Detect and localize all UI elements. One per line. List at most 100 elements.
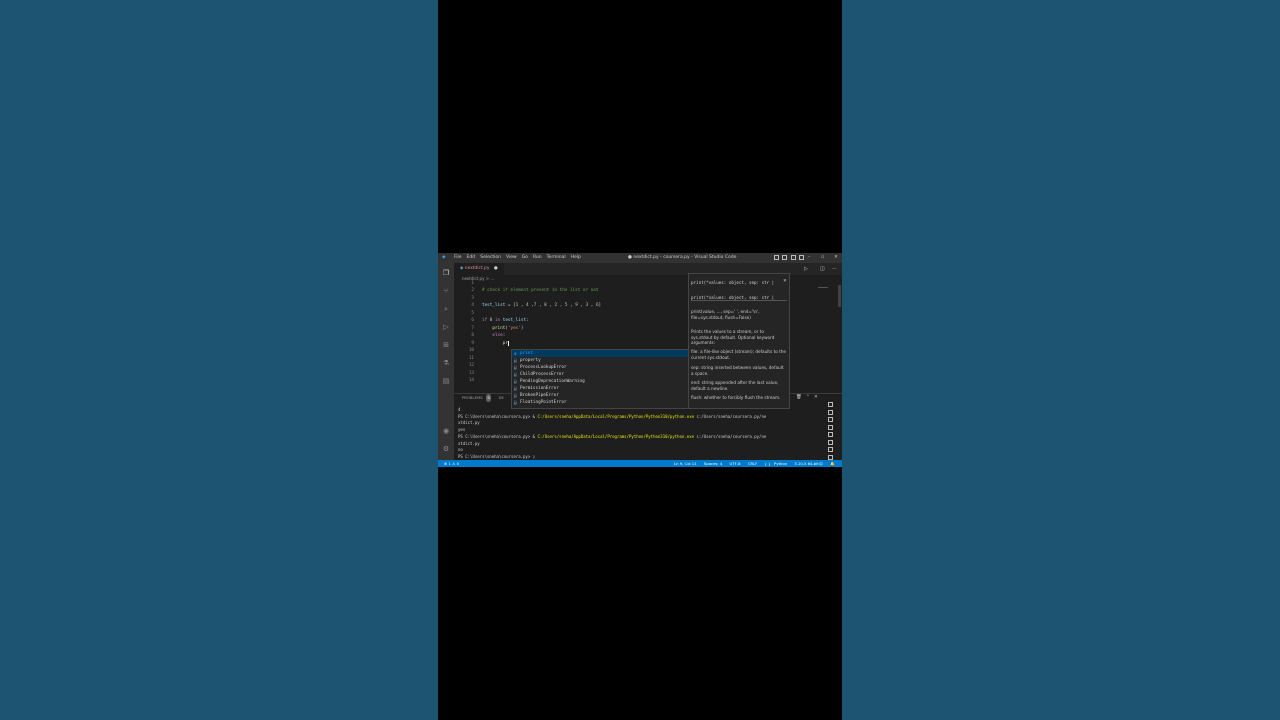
editor-scrollbar[interactable] <box>838 285 841 307</box>
notifications-icon[interactable]: 🔔 <box>830 460 835 467</box>
code-line-8: else: <box>492 333 506 338</box>
minimap[interactable] <box>808 275 842 393</box>
signature-line-1: print(*values: object, sep: str | <box>691 280 775 285</box>
close-window-icon[interactable]: ✕ <box>834 253 838 263</box>
terminal-instance-icon[interactable] <box>828 402 833 407</box>
terminal-line: xtdict.py <box>458 441 818 448</box>
feedback-icon[interactable]: ☺ <box>819 460 823 467</box>
window-title: ● nextdict.py - coursera.py - Visual Stu… <box>628 255 737 260</box>
autocomplete-widget: ⊙ print ⌸ property ⌸ ProcessLookupError ⌸ Child… <box>511 349 691 409</box>
menu-view[interactable]: View <box>506 255 517 260</box>
remote-icon[interactable]: ▤ <box>442 377 450 385</box>
terminal-pre: yes <box>458 427 466 433</box>
status-bar: ⊗ 1 ⚠ 0 Ln 9, Col 11 Spaces: 4 UTF-8 CRL… <box>438 460 842 467</box>
terminal-instance-icon[interactable] <box>828 424 833 430</box>
terminal-line: yes <box>458 427 818 434</box>
menu-help[interactable]: Help <box>571 255 581 260</box>
doc-call: print(value, ..., sep=' ', end='\n', fil… <box>691 309 760 320</box>
suggestion-item[interactable]: ⌸ FloatingPointError <box>512 399 690 406</box>
terminal-instance-icon[interactable] <box>828 439 833 445</box>
minimize-icon[interactable]: – <box>808 253 810 263</box>
vscode-logo-icon: ◆ <box>442 255 446 260</box>
language-braces[interactable]: { } <box>765 461 771 466</box>
line-number: 2 <box>471 288 474 293</box>
suggestion-label: print <box>520 351 533 356</box>
close-panel-icon[interactable]: ✕ <box>814 394 818 402</box>
menu-go[interactable]: Go <box>522 255 528 260</box>
suggestion-item[interactable]: ⊙ print <box>512 350 690 357</box>
activity-bar: ❐ ⑂ ⌕ ▷ ⊞ ⚗ ▤ ◉ ⚙ <box>438 263 454 460</box>
cursor-position[interactable]: Ln 9, Col 11 <box>674 461 697 466</box>
vscode-window: ◆ File Edit Selection View Go Run Terminal Help… <box>438 253 842 467</box>
line-number: 6 <box>471 318 474 323</box>
tab-debug-console[interactable]: DE <box>499 395 504 400</box>
suggestion-label: BrokenPipeError <box>520 393 559 398</box>
signature-line-2: print(*values: object, sep: str | <box>691 295 787 301</box>
encoding[interactable]: UTF-8 <box>730 461 741 466</box>
trash-icon[interactable]: 🗑 <box>796 394 802 402</box>
terminal-instance-icon[interactable] <box>828 447 833 452</box>
close-hint-icon[interactable]: ✕ <box>783 279 787 284</box>
suggestion-item[interactable]: ⌸ PendingDeprecationWarning <box>512 378 690 385</box>
menu-selection[interactable]: Selection <box>480 255 501 260</box>
suggestion-item[interactable]: ⌸ property <box>512 357 690 364</box>
suggestion-item[interactable]: ⌸ PermissionError <box>512 385 690 392</box>
class-icon: ⌸ <box>514 372 517 377</box>
run-debug-icon[interactable]: ▷ <box>442 323 450 331</box>
suggestion-item[interactable]: ⌸ BrokenPipeError <box>512 392 690 399</box>
menu-edit[interactable]: Edit <box>467 255 476 260</box>
chevron-up-icon[interactable]: ⌃ <box>806 394 810 402</box>
terminal-post: c:/Users/sneha/coursera.py/ne <box>694 433 767 439</box>
tab-problems[interactable]: PROBLEMS <box>462 395 483 400</box>
code-line-6: if 8 in test_list: <box>482 318 529 323</box>
suggestion-label: property <box>520 358 541 363</box>
source-control-icon[interactable]: ⑂ <box>442 287 450 295</box>
run-file-icon[interactable]: ▷ <box>804 263 808 275</box>
python-interpreter[interactable]: 3.10.5 64-bit <box>794 461 818 466</box>
terminal-instance-icon[interactable] <box>828 454 833 460</box>
function-icon: ⊙ <box>514 351 517 356</box>
tab-nextdict[interactable]: ◆ nextdict.py ● <box>454 263 504 275</box>
problems-status[interactable]: ⊗ 1 ⚠ 0 <box>444 460 459 467</box>
suggestion-label: ChildProcessError <box>520 372 564 377</box>
gear-icon[interactable]: ⚙ <box>442 445 450 453</box>
terminal-line: PS C:\Users\sneha\coursera.py> & C:/User… <box>458 434 818 441</box>
line-ending[interactable]: CRLF <box>748 461 758 466</box>
maximize-icon[interactable]: ▫ <box>821 253 824 263</box>
menu-run[interactable]: Run <box>533 255 542 260</box>
extensions-icon[interactable]: ⊞ <box>442 341 450 349</box>
terminal-path: C:/Users/sneha/AppData/Local/Programs/Py… <box>537 413 695 419</box>
unsaved-dot-icon[interactable]: ● <box>494 266 498 271</box>
customize-layout-icon[interactable] <box>799 255 805 260</box>
python-file-icon: ◆ <box>460 266 464 271</box>
terminal-instance-icon[interactable] <box>828 432 833 437</box>
menu-file[interactable]: File <box>454 255 462 260</box>
terminal-line: no <box>458 447 818 454</box>
account-icon[interactable]: ◉ <box>442 427 450 435</box>
terminal-line: xtdict.py <box>458 420 818 427</box>
suggestion-item[interactable]: ⌸ ProcessLookupError <box>512 364 690 371</box>
line-number: 14 <box>468 378 474 383</box>
suggestion-label: FloatingPointError <box>520 400 567 405</box>
explorer-icon[interactable]: ❐ <box>442 269 450 277</box>
suggestion-item[interactable]: ⌸ ChildProcessError <box>512 371 690 378</box>
toggle-panel-icon[interactable] <box>782 255 788 260</box>
line-number: 3 <box>471 295 474 301</box>
panel-tabs: PROBLEMS 0 DE <box>462 394 504 402</box>
terminal-output[interactable]: 4 PS C:\Users\sneha\coursera.py> & C:/Use… <box>458 407 818 461</box>
terminal-instance-icon[interactable] <box>828 417 833 422</box>
search-icon[interactable]: ⌕ <box>442 305 450 313</box>
more-actions-icon[interactable]: ⋯ <box>832 263 837 275</box>
menu-bar: File Edit Selection View Go Run Terminal Help <box>454 253 586 263</box>
toggle-secondary-sidebar-icon[interactable] <box>790 255 796 260</box>
terminal-instance-icon[interactable] <box>828 409 833 415</box>
testing-icon[interactable]: ⚗ <box>442 359 450 367</box>
toggle-sidebar-icon[interactable] <box>774 255 779 260</box>
language-mode[interactable]: Python <box>774 461 787 466</box>
terminal-post: c:/Users/sneha/coursera.py/ne <box>694 413 767 419</box>
suggestion-label: PendingDeprecationWarning <box>520 379 585 384</box>
doc-flush: flush: whether to forcibly flush the str… <box>691 395 781 400</box>
split-editor-icon[interactable]: ◫ <box>820 263 825 275</box>
indentation[interactable]: Spaces: 4 <box>704 461 722 466</box>
menu-terminal[interactable]: Terminal <box>547 255 566 260</box>
